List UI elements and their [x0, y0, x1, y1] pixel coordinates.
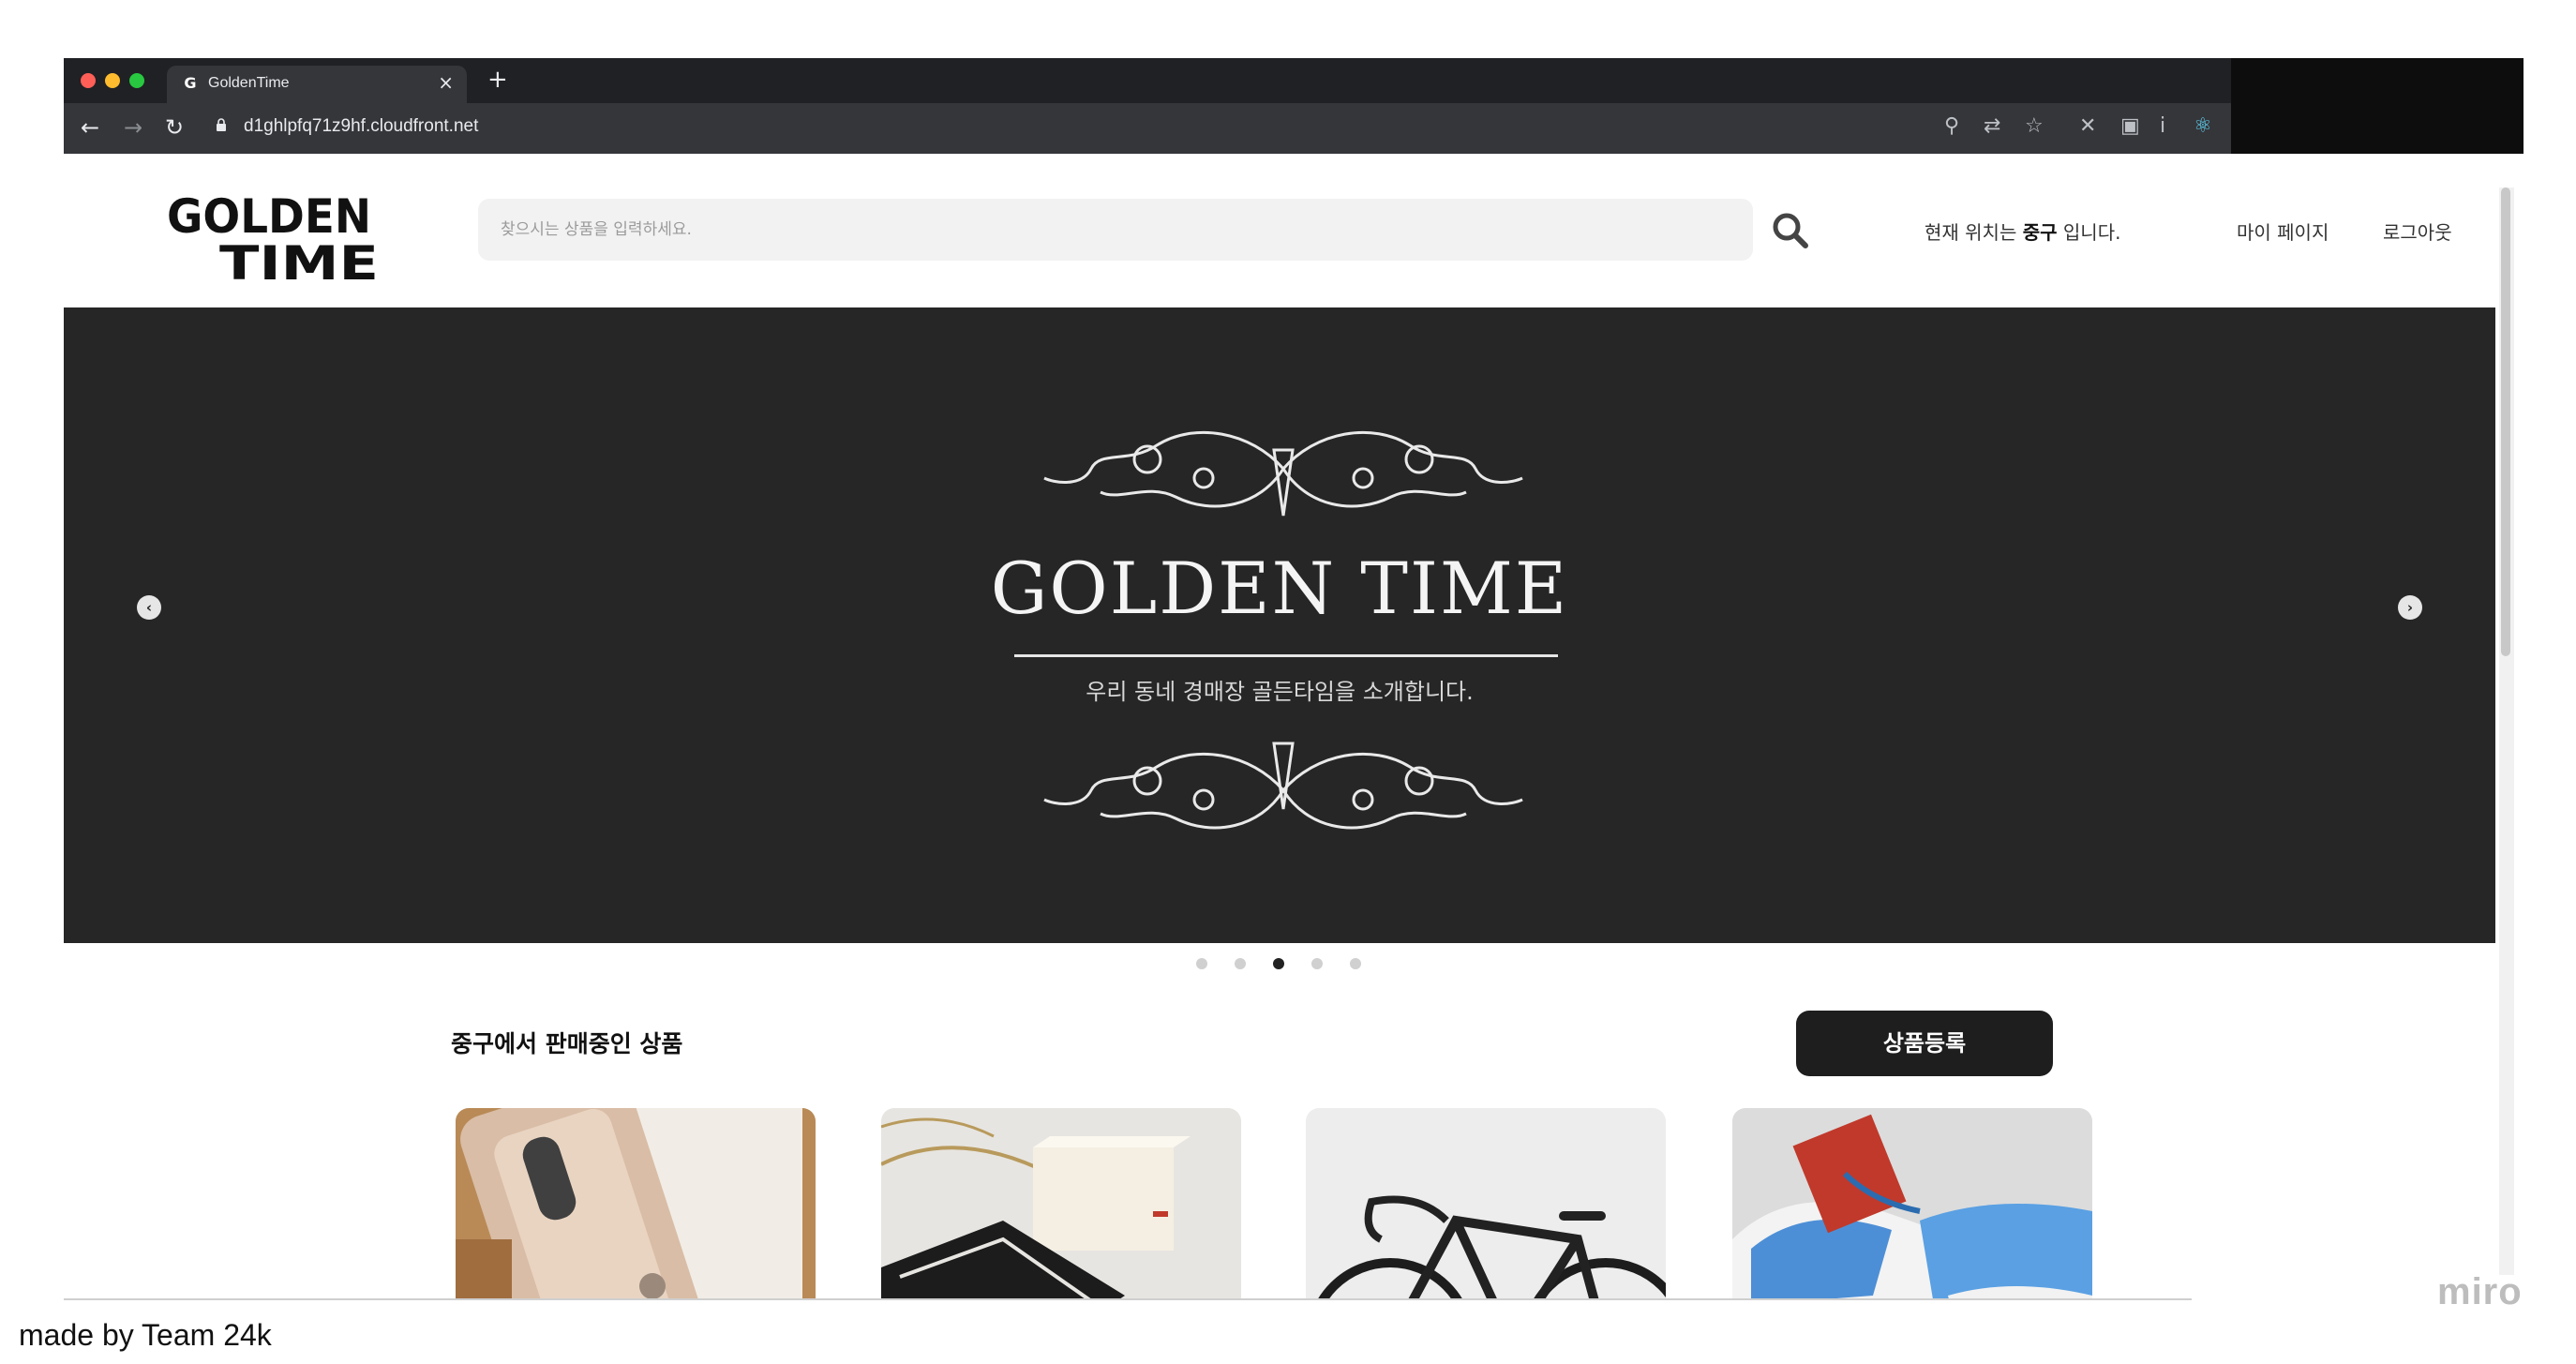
- extension-icon[interactable]: ✕: [2079, 114, 2096, 138]
- react-devtools-icon[interactable]: ⚛: [2194, 114, 2212, 138]
- tab-title: GoldenTime: [208, 75, 290, 91]
- register-product-button[interactable]: 상품등록: [1796, 1011, 2053, 1076]
- close-tab-icon[interactable]: ×: [438, 71, 454, 94]
- web-page: GOLDEN TIME 현재 위치는 중구 입니다. 마이 페이지 로그아웃 G…: [64, 154, 2495, 1299]
- carousel-prev-arrow-icon[interactable]: ‹: [137, 595, 161, 620]
- road-bike-photo: [1306, 1108, 1666, 1299]
- location-prefix: 현재 위치는: [1925, 221, 2023, 244]
- product-card[interactable]: [456, 1108, 816, 1299]
- golden-time-logo[interactable]: GOLDEN TIME: [167, 191, 382, 285]
- back-icon[interactable]: ←: [81, 114, 99, 141]
- window-edge: [2231, 58, 2524, 154]
- product-card[interactable]: [1306, 1108, 1666, 1299]
- hero-divider: [1014, 654, 1558, 657]
- lock-icon: [217, 118, 226, 131]
- search-input[interactable]: [478, 199, 1753, 261]
- hero-carousel: GOLDEN TIME 우리 동네 경매장 골든타임을 소개합니다. ‹ ›: [64, 307, 2495, 943]
- close-window-button[interactable]: [81, 73, 96, 88]
- forward-icon[interactable]: →: [124, 114, 142, 141]
- location-value: 중구: [2022, 221, 2058, 244]
- gift-box-photo: [881, 1108, 1241, 1299]
- hero-title: GOLDEN TIME: [990, 547, 1569, 630]
- carousel-dot[interactable]: [1350, 958, 1361, 969]
- favicon-icon: G: [184, 74, 197, 92]
- new-tab-icon[interactable]: +: [487, 66, 508, 94]
- browser-tab[interactable]: G GoldenTime ×: [167, 66, 467, 103]
- carousel-dot[interactable]: [1235, 958, 1246, 969]
- screenshot-divider: [64, 1298, 2192, 1300]
- hero-subtitle: 우리 동네 경매장 골든타임을 소개합니다.: [1086, 679, 1474, 705]
- section-title: 중구에서 판매중인 상품: [451, 1030, 683, 1057]
- translate-icon[interactable]: ⇄: [1984, 114, 2000, 138]
- location-suffix: 입니다.: [2057, 221, 2121, 244]
- star-icon[interactable]: ☆: [2025, 114, 2044, 138]
- scrollbar-thumb[interactable]: [2501, 187, 2510, 656]
- sneakers-photo: [1732, 1108, 2092, 1299]
- logout-link[interactable]: 로그아웃: [2383, 217, 2452, 245]
- ornament-bottom-icon: [1043, 742, 1523, 830]
- maximize-window-button[interactable]: [129, 73, 144, 88]
- mypage-link[interactable]: 마이 페이지: [2237, 217, 2329, 245]
- browser-toolbar: ← → ↻ d1ghlpfq71z9hf.cloudfront.net ⚲ ⇄ …: [64, 103, 2231, 154]
- product-card[interactable]: [881, 1108, 1241, 1299]
- carousel-dot[interactable]: [1196, 958, 1207, 969]
- browser-chrome: G GoldenTime × + ← → ↻ d1ghlpfq71z9hf.cl…: [64, 58, 2524, 154]
- product-card[interactable]: [1732, 1108, 2092, 1299]
- ornament-top-icon: [1043, 430, 1523, 517]
- reload-icon[interactable]: ↻: [165, 114, 184, 141]
- logo-text-time: TIME: [219, 236, 379, 285]
- search-icon[interactable]: [1770, 210, 1811, 251]
- extension-icon[interactable]: ▣: [2120, 114, 2140, 138]
- extension-icon[interactable]: ⅰ: [2160, 114, 2165, 138]
- address-bar[interactable]: d1ghlpfq71z9hf.cloudfront.net: [244, 116, 478, 137]
- carousel-dot[interactable]: [1311, 958, 1323, 969]
- miro-watermark: miro: [2437, 1271, 2523, 1312]
- credit-caption: made by Team 24k: [19, 1318, 272, 1352]
- iphone-box-photo: [456, 1108, 816, 1299]
- minimize-window-button[interactable]: [105, 73, 120, 88]
- current-location: 현재 위치는 중구 입니다.: [1925, 217, 2120, 245]
- location-icon[interactable]: ⚲: [1944, 114, 1959, 138]
- carousel-dot-active[interactable]: [1273, 958, 1284, 969]
- tab-strip: G GoldenTime × +: [64, 58, 2231, 103]
- carousel-next-arrow-icon[interactable]: ›: [2398, 595, 2422, 620]
